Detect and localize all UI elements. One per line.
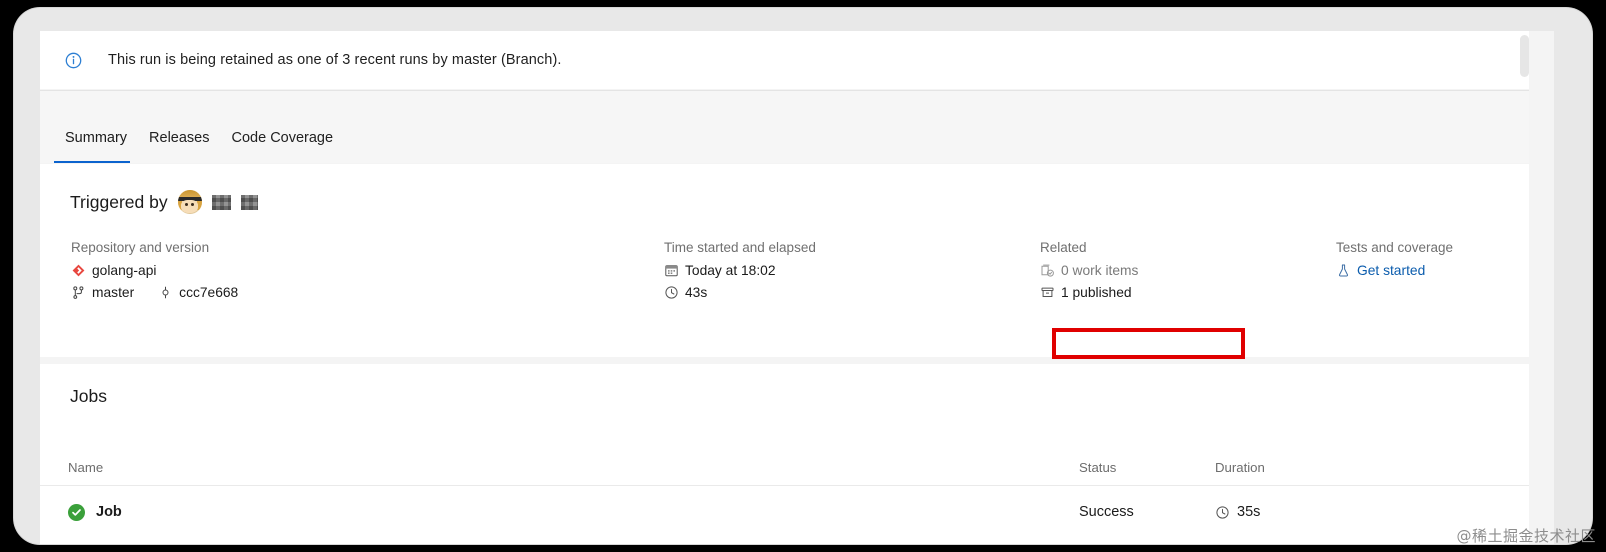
column-tests: Tests and coverage Get started: [1336, 240, 1453, 285]
jobs-section-title: Jobs: [70, 386, 107, 406]
work-items-link[interactable]: 0 work items: [1040, 263, 1138, 278]
work-item-icon: [1040, 264, 1054, 278]
retention-info-text: This run is being retained as one of 3 r…: [108, 52, 562, 68]
redaction-block: [240, 194, 258, 210]
clock-icon: [664, 286, 678, 300]
column-repository-heading: Repository and version: [71, 240, 210, 255]
jobs-header-status: Status: [1079, 460, 1117, 475]
triggered-by-row: Triggered by: [70, 190, 258, 214]
tab-releases-label: Releases: [149, 130, 210, 146]
job-duration-value: 35s: [1237, 504, 1261, 520]
job-status-value: Success: [1079, 504, 1134, 520]
jobs-header-duration: Duration: [1215, 460, 1265, 475]
job-name-cell[interactable]: Job: [68, 503, 122, 521]
artifacts-link[interactable]: 1 published: [1040, 285, 1138, 300]
tests-get-started-link[interactable]: Get started: [1336, 263, 1453, 278]
info-circle-icon: [65, 52, 82, 69]
jobs-card: Jobs Name Status Duration Job Success 35…: [40, 364, 1529, 544]
start-time-row: Today at 18:02: [664, 263, 816, 278]
job-name-value: Job: [96, 504, 122, 520]
artifacts-value: 1 published: [1061, 285, 1132, 300]
vertical-scrollbar[interactable]: [1520, 35, 1529, 77]
clock-icon: [1215, 505, 1229, 519]
branch-and-commit: master ccc7e668: [71, 285, 238, 300]
job-duration-cell: 35s: [1215, 504, 1260, 520]
jobs-header-name: Name: [68, 460, 104, 475]
column-related: Related 0 work items 1 published: [1040, 240, 1138, 307]
repository-name: golang-api: [92, 263, 157, 278]
tab-releases[interactable]: Releases: [138, 130, 220, 163]
summary-card: Triggered by Repository and version gola…: [40, 164, 1529, 357]
column-repository: Repository and version golang-api master…: [71, 240, 238, 307]
summary-columns: Repository and version golang-api master…: [40, 240, 1529, 340]
page-viewport: This run is being retained as one of 3 r…: [40, 31, 1554, 544]
user-avatar[interactable]: [177, 190, 202, 214]
tab-bar: Summary Releases Code Coverage: [40, 90, 1529, 163]
start-time-value: Today at 18:02: [685, 263, 776, 278]
redaction-block: [211, 194, 231, 210]
package-icon: [1040, 286, 1054, 300]
azure-repos-icon: [71, 264, 85, 278]
success-check-icon: [68, 503, 85, 521]
tab-summary[interactable]: Summary: [54, 130, 138, 163]
calendar-icon: [664, 264, 678, 278]
column-time: Time started and elapsed Today at 18:02 …: [664, 240, 816, 307]
column-related-heading: Related: [1040, 240, 1087, 255]
column-tests-heading: Tests and coverage: [1336, 240, 1454, 255]
branch-link[interactable]: master: [71, 285, 134, 300]
triggered-by-label: Triggered by: [70, 191, 168, 212]
elapsed-value: 43s: [685, 285, 708, 300]
branch-name: master: [92, 285, 135, 300]
commit-link[interactable]: ccc7e668: [158, 285, 238, 300]
browser-frame: This run is being retained as one of 3 r…: [14, 8, 1592, 544]
commit-icon: [158, 286, 172, 300]
watermark: @稀土掘金技术社区: [1456, 527, 1596, 545]
tab-code-coverage[interactable]: Code Coverage: [221, 130, 345, 163]
repository-link[interactable]: golang-api: [71, 263, 238, 278]
tests-get-started-label: Get started: [1357, 263, 1426, 278]
tab-summary-label: Summary: [65, 130, 128, 146]
column-time-heading: Time started and elapsed: [664, 240, 816, 255]
retention-info-banner: This run is being retained as one of 3 r…: [40, 31, 1529, 89]
branch-icon: [71, 286, 85, 300]
work-items-value: 0 work items: [1061, 263, 1139, 278]
tab-code-coverage-label: Code Coverage: [231, 130, 334, 146]
commit-hash: ccc7e668: [179, 285, 239, 300]
jobs-table-header: Name Status Duration: [40, 452, 1529, 486]
user-name-redacted: [211, 194, 258, 210]
table-row[interactable]: Job Success 35s: [40, 486, 1529, 538]
beaker-icon: [1336, 264, 1350, 278]
elapsed-row: 43s: [664, 285, 816, 300]
